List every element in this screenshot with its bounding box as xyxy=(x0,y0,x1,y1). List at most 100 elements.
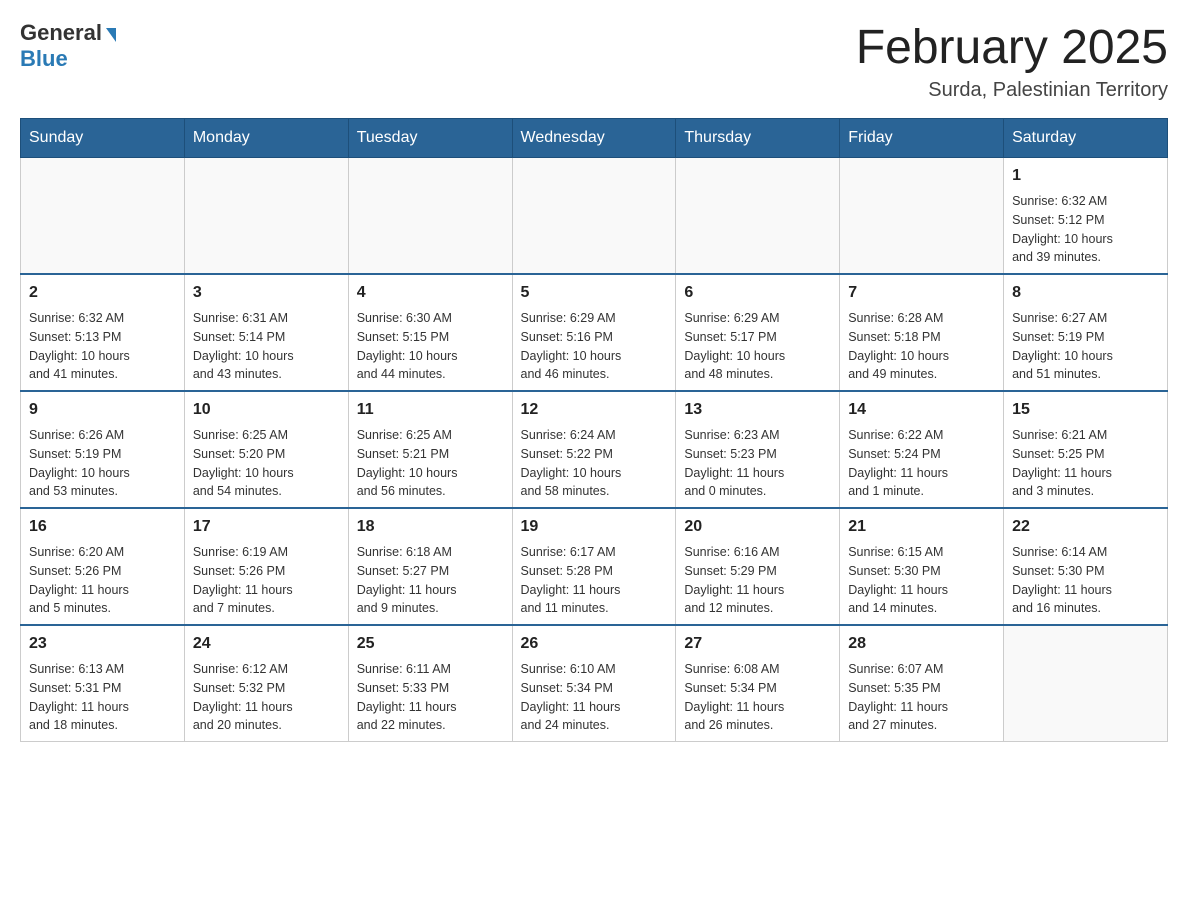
day-info: Sunrise: 6:29 AM Sunset: 5:17 PM Dayligh… xyxy=(684,309,831,384)
day-info: Sunrise: 6:28 AM Sunset: 5:18 PM Dayligh… xyxy=(848,309,995,384)
day-info: Sunrise: 6:11 AM Sunset: 5:33 PM Dayligh… xyxy=(357,660,504,735)
calendar-day-cell: 21 Sunrise: 6:15 AM Sunset: 5:30 PM Dayli… xyxy=(840,508,1004,625)
calendar-title: February 2025 xyxy=(856,20,1168,75)
calendar-day-cell: 6 Sunrise: 6:29 AM Sunset: 5:17 PM Daylig… xyxy=(676,274,840,391)
day-number: 4 xyxy=(357,281,504,305)
calendar-day-cell: 4 Sunrise: 6:30 AM Sunset: 5:15 PM Daylig… xyxy=(348,274,512,391)
day-info: Sunrise: 6:17 AM Sunset: 5:28 PM Dayligh… xyxy=(521,543,668,618)
day-number: 8 xyxy=(1012,281,1159,305)
calendar-day-cell xyxy=(512,158,676,275)
calendar-day-cell xyxy=(348,158,512,275)
day-number: 15 xyxy=(1012,398,1159,422)
calendar-week-row: 2Sunrise: 6:32 AM Sunset: 5:13 PM Daylig… xyxy=(21,274,1168,391)
calendar-day-cell xyxy=(1004,625,1168,742)
logo-general-text: General xyxy=(20,20,102,46)
day-info: Sunrise: 6:29 AM Sunset: 5:16 PM Dayligh… xyxy=(521,309,668,384)
day-info: Sunrise: 6:30 AM Sunset: 5:15 PM Dayligh… xyxy=(357,309,504,384)
day-info: Sunrise: 6:07 AM Sunset: 5:35 PM Dayligh… xyxy=(848,660,995,735)
day-info: Sunrise: 6:19 AM Sunset: 5:26 PM Dayligh… xyxy=(193,543,340,618)
day-number: 13 xyxy=(684,398,831,422)
logo-bottom: Blue xyxy=(20,46,116,72)
day-number: 19 xyxy=(521,515,668,539)
day-info: Sunrise: 6:10 AM Sunset: 5:34 PM Dayligh… xyxy=(521,660,668,735)
calendar-day-cell: 2Sunrise: 6:32 AM Sunset: 5:13 PM Daylig… xyxy=(21,274,185,391)
day-info: Sunrise: 6:08 AM Sunset: 5:34 PM Dayligh… xyxy=(684,660,831,735)
day-number: 25 xyxy=(357,632,504,656)
calendar-day-cell: 25 Sunrise: 6:11 AM Sunset: 5:33 PM Dayli… xyxy=(348,625,512,742)
calendar-body: 1 Sunrise: 6:32 AM Sunset: 5:12 PM Daylig… xyxy=(21,158,1168,742)
day-number: 16 xyxy=(29,515,176,539)
day-number: 12 xyxy=(521,398,668,422)
calendar-day-cell: 5 Sunrise: 6:29 AM Sunset: 5:16 PM Daylig… xyxy=(512,274,676,391)
calendar-day-cell: 14 Sunrise: 6:22 AM Sunset: 5:24 PM Dayli… xyxy=(840,391,1004,508)
day-info: Sunrise: 6:25 AM Sunset: 5:21 PM Dayligh… xyxy=(357,426,504,501)
calendar-subtitle: Surda, Palestinian Territory xyxy=(856,79,1168,102)
day-number: 3 xyxy=(193,281,340,305)
day-info: Sunrise: 6:32 AM Sunset: 5:13 PM Dayligh… xyxy=(29,309,176,384)
day-number: 28 xyxy=(848,632,995,656)
logo: General Blue xyxy=(20,20,116,72)
day-number: 10 xyxy=(193,398,340,422)
calendar-day-cell: 3Sunrise: 6:31 AM Sunset: 5:14 PM Daylig… xyxy=(184,274,348,391)
logo-top: General xyxy=(20,20,116,46)
day-number: 7 xyxy=(848,281,995,305)
day-number: 14 xyxy=(848,398,995,422)
calendar-day-cell: 20 Sunrise: 6:16 AM Sunset: 5:29 PM Dayli… xyxy=(676,508,840,625)
calendar-table: SundayMondayTuesdayWednesdayThursdayFrid… xyxy=(20,118,1168,742)
calendar-week-row: 23 Sunrise: 6:13 AM Sunset: 5:31 PM Dayli… xyxy=(21,625,1168,742)
calendar-week-row: 1 Sunrise: 6:32 AM Sunset: 5:12 PM Daylig… xyxy=(21,158,1168,275)
day-info: Sunrise: 6:18 AM Sunset: 5:27 PM Dayligh… xyxy=(357,543,504,618)
calendar-day-cell: 17 Sunrise: 6:19 AM Sunset: 5:26 PM Dayli… xyxy=(184,508,348,625)
header-wednesday: Wednesday xyxy=(512,119,676,158)
header-row: SundayMondayTuesdayWednesdayThursdayFrid… xyxy=(21,119,1168,158)
day-number: 17 xyxy=(193,515,340,539)
calendar-day-cell: 7 Sunrise: 6:28 AM Sunset: 5:18 PM Daylig… xyxy=(840,274,1004,391)
calendar-day-cell xyxy=(21,158,185,275)
calendar-day-cell: 13 Sunrise: 6:23 AM Sunset: 5:23 PM Dayli… xyxy=(676,391,840,508)
header-sunday: Sunday xyxy=(21,119,185,158)
calendar-day-cell xyxy=(840,158,1004,275)
calendar-week-row: 9Sunrise: 6:26 AM Sunset: 5:19 PM Daylig… xyxy=(21,391,1168,508)
day-info: Sunrise: 6:15 AM Sunset: 5:30 PM Dayligh… xyxy=(848,543,995,618)
calendar-day-cell: 1 Sunrise: 6:32 AM Sunset: 5:12 PM Daylig… xyxy=(1004,158,1168,275)
calendar-day-cell: 23 Sunrise: 6:13 AM Sunset: 5:31 PM Dayli… xyxy=(21,625,185,742)
calendar-day-cell: 9Sunrise: 6:26 AM Sunset: 5:19 PM Daylig… xyxy=(21,391,185,508)
day-number: 18 xyxy=(357,515,504,539)
page-header: General Blue February 2025 Surda, Palest… xyxy=(20,20,1168,102)
calendar-day-cell: 24 Sunrise: 6:12 AM Sunset: 5:32 PM Dayli… xyxy=(184,625,348,742)
calendar-day-cell: 26 Sunrise: 6:10 AM Sunset: 5:34 PM Dayli… xyxy=(512,625,676,742)
day-number: 23 xyxy=(29,632,176,656)
day-number: 26 xyxy=(521,632,668,656)
day-number: 24 xyxy=(193,632,340,656)
day-info: Sunrise: 6:14 AM Sunset: 5:30 PM Dayligh… xyxy=(1012,543,1159,618)
day-number: 9 xyxy=(29,398,176,422)
calendar-day-cell: 10Sunrise: 6:25 AM Sunset: 5:20 PM Dayli… xyxy=(184,391,348,508)
day-info: Sunrise: 6:22 AM Sunset: 5:24 PM Dayligh… xyxy=(848,426,995,501)
header-friday: Friday xyxy=(840,119,1004,158)
calendar-day-cell: 19 Sunrise: 6:17 AM Sunset: 5:28 PM Dayli… xyxy=(512,508,676,625)
day-info: Sunrise: 6:32 AM Sunset: 5:12 PM Dayligh… xyxy=(1012,192,1159,267)
day-number: 11 xyxy=(357,398,504,422)
calendar-day-cell: 8 Sunrise: 6:27 AM Sunset: 5:19 PM Daylig… xyxy=(1004,274,1168,391)
calendar-day-cell xyxy=(184,158,348,275)
header-saturday: Saturday xyxy=(1004,119,1168,158)
calendar-day-cell: 11 Sunrise: 6:25 AM Sunset: 5:21 PM Dayli… xyxy=(348,391,512,508)
day-number: 6 xyxy=(684,281,831,305)
calendar-day-cell: 27 Sunrise: 6:08 AM Sunset: 5:34 PM Dayli… xyxy=(676,625,840,742)
calendar-day-cell: 28 Sunrise: 6:07 AM Sunset: 5:35 PM Dayli… xyxy=(840,625,1004,742)
day-info: Sunrise: 6:12 AM Sunset: 5:32 PM Dayligh… xyxy=(193,660,340,735)
day-number: 27 xyxy=(684,632,831,656)
day-info: Sunrise: 6:13 AM Sunset: 5:31 PM Dayligh… xyxy=(29,660,176,735)
day-info: Sunrise: 6:24 AM Sunset: 5:22 PM Dayligh… xyxy=(521,426,668,501)
day-info: Sunrise: 6:16 AM Sunset: 5:29 PM Dayligh… xyxy=(684,543,831,618)
day-info: Sunrise: 6:27 AM Sunset: 5:19 PM Dayligh… xyxy=(1012,309,1159,384)
day-info: Sunrise: 6:23 AM Sunset: 5:23 PM Dayligh… xyxy=(684,426,831,501)
title-block: February 2025 Surda, Palestinian Territo… xyxy=(856,20,1168,102)
header-tuesday: Tuesday xyxy=(348,119,512,158)
day-number: 22 xyxy=(1012,515,1159,539)
day-number: 21 xyxy=(848,515,995,539)
day-number: 1 xyxy=(1012,164,1159,188)
day-number: 5 xyxy=(521,281,668,305)
day-number: 20 xyxy=(684,515,831,539)
calendar-day-cell: 22 Sunrise: 6:14 AM Sunset: 5:30 PM Dayli… xyxy=(1004,508,1168,625)
